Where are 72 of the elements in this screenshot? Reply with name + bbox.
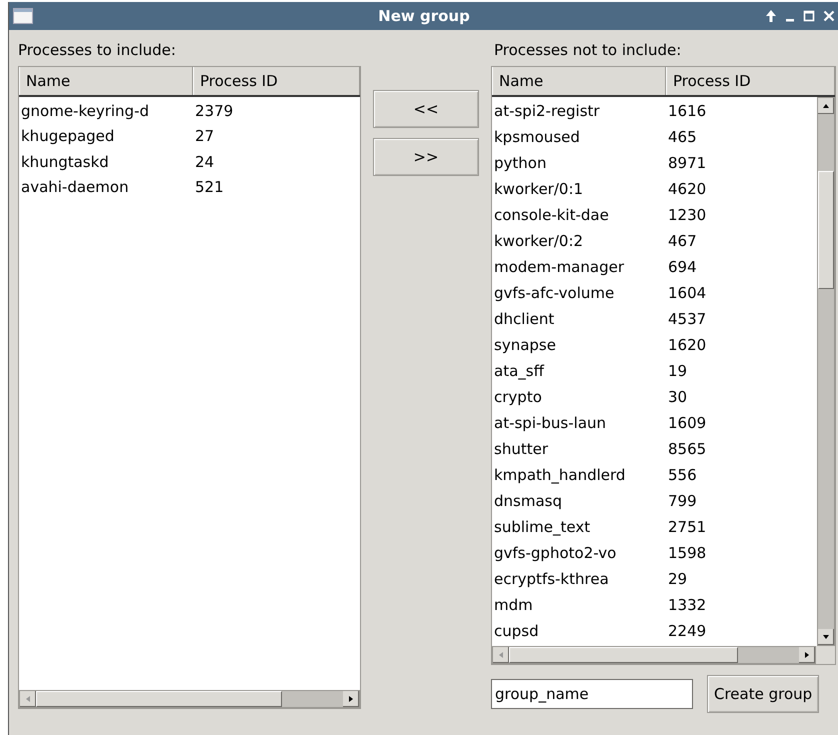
process-name: gvfs-afc-volume: [493, 284, 616, 302]
column-header[interactable]: Process ID: [666, 67, 835, 95]
process-id: 8565: [667, 440, 708, 458]
process-id: 694: [667, 258, 698, 276]
process-id: 556: [667, 466, 698, 484]
process-id: 2751: [667, 518, 708, 536]
process-id: 2249: [667, 622, 708, 640]
process-name: at-spi-bus-laun: [493, 414, 608, 432]
process-id: 4620: [667, 180, 708, 198]
process-name: ata_sff: [493, 362, 546, 380]
process-name: ecryptfs-kthrea: [493, 570, 610, 588]
column-header[interactable]: Name: [19, 67, 193, 95]
process-name: mdm: [493, 596, 534, 614]
process-name: modem-manager: [493, 258, 625, 276]
vertical-scrollbar[interactable]: [817, 97, 835, 646]
arrow-up-icon[interactable]: [765, 9, 777, 23]
process-id: 27: [194, 127, 216, 146]
process-name: khugepaged: [20, 127, 116, 146]
process-name: crypto: [493, 388, 543, 406]
create-group-button[interactable]: Create group: [707, 675, 820, 713]
window-icon: [13, 8, 33, 24]
process-id: 1616: [667, 102, 708, 120]
process-name: kworker/0:2: [493, 232, 584, 250]
column-header[interactable]: Name: [492, 67, 666, 95]
process-id: 1598: [667, 544, 708, 562]
process-name: dhclient: [493, 310, 556, 328]
process-name: avahi-daemon: [20, 178, 130, 196]
process-id: 1604: [667, 284, 708, 302]
list-label: Processes not to include:: [494, 41, 682, 59]
process-name: shutter: [493, 440, 549, 458]
process-name: sublime_text: [493, 518, 592, 536]
process-name: synapse: [493, 336, 557, 354]
process-name: khungtaskd: [20, 152, 110, 171]
window-title: New group: [378, 7, 470, 25]
process-name: kpsmoused: [493, 128, 581, 146]
process-name: cupsd: [493, 622, 540, 640]
list-label: Processes to include:: [18, 41, 176, 59]
scroll-thumb[interactable]: [509, 647, 738, 663]
process-id: 799: [667, 492, 698, 510]
process-name: at-spi2-registr: [493, 102, 601, 120]
process-id: 29: [667, 570, 688, 588]
move-button[interactable]: <<: [373, 90, 479, 128]
process-id: 465: [667, 128, 698, 146]
process-id: 521: [194, 178, 225, 196]
process-name: gvfs-gphoto2-vo: [493, 544, 618, 562]
move-button[interactable]: >>: [373, 138, 479, 176]
process-id: 30: [667, 388, 688, 406]
process-id: 4537: [667, 310, 708, 328]
scrollbar-corner: [816, 646, 835, 664]
horizontal-scrollbar[interactable]: [19, 690, 360, 708]
process-id: 1230: [667, 206, 708, 224]
group-name-field[interactable]: group_name: [491, 679, 693, 709]
horizontal-scrollbar[interactable]: [492, 646, 816, 664]
process-name: kworker/0:1: [493, 180, 584, 198]
process-name: python: [493, 154, 548, 172]
scroll-thumb[interactable]: [818, 170, 834, 290]
process-name: kmpath_handlerd: [493, 466, 626, 484]
process-id: 467: [667, 232, 698, 250]
process-id: 24: [194, 152, 216, 171]
column-header[interactable]: Process ID: [193, 67, 360, 95]
process-id: 1620: [667, 336, 708, 354]
process-name: console-kit-dae: [493, 206, 610, 224]
process-id: 19: [667, 362, 688, 380]
process-name: dnsmasq: [493, 492, 563, 510]
close-icon[interactable]: [823, 9, 835, 23]
maximize-icon[interactable]: [803, 9, 815, 23]
process-id: 8971: [667, 154, 708, 172]
process-id: 1332: [667, 596, 708, 614]
process-id: 2379: [194, 102, 234, 120]
process-id: 1609: [667, 414, 708, 432]
process-name: gnome-keyring-d: [20, 102, 150, 120]
scroll-thumb[interactable]: [36, 691, 282, 707]
